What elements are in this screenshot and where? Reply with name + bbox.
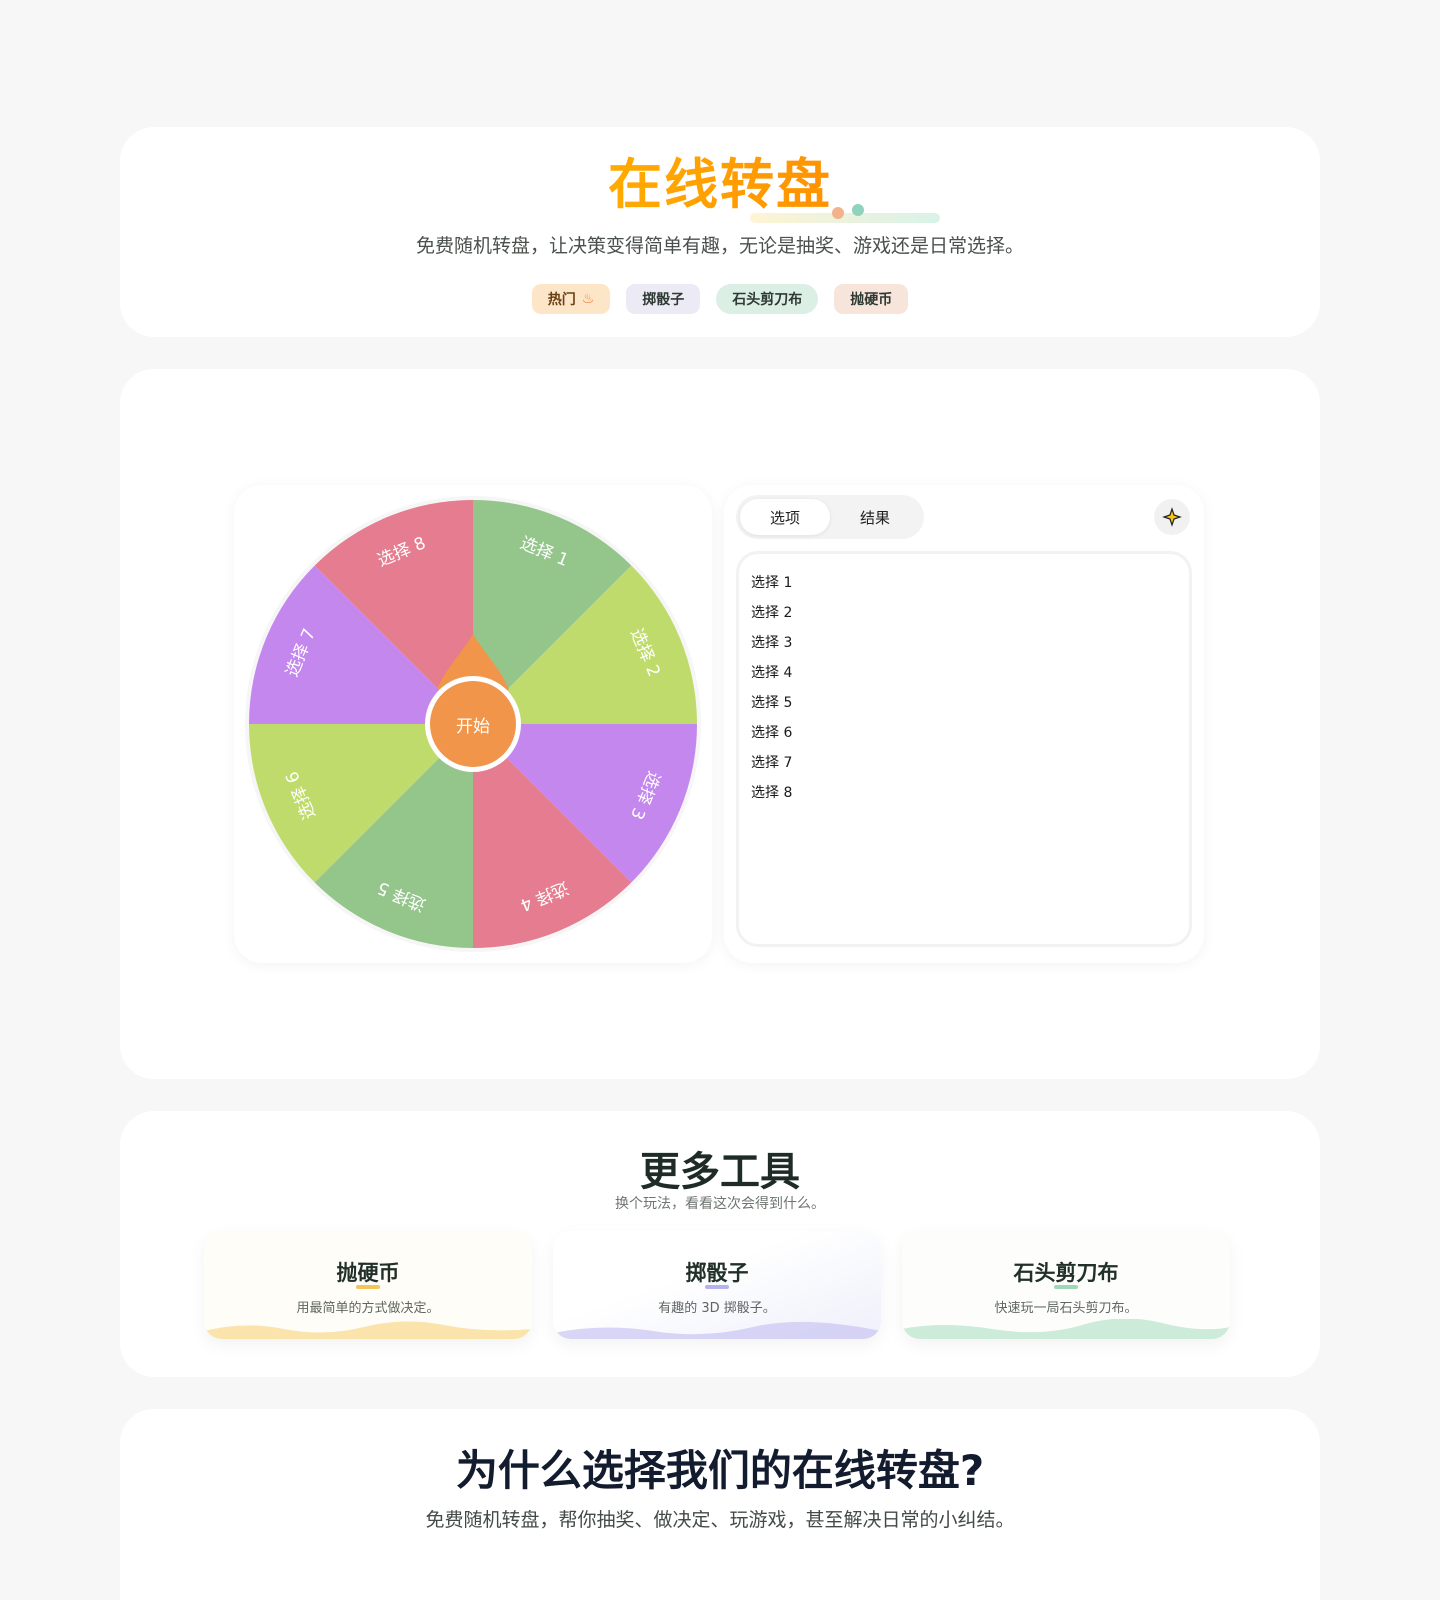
- start-button[interactable]: 开始: [423, 674, 523, 774]
- tool-card-dice[interactable]: 掷骰子 有趣的 3D 掷骰子。: [553, 1231, 881, 1339]
- magic-button[interactable]: [1154, 499, 1190, 535]
- decor-dot: [852, 204, 864, 216]
- tool-name: 石头剪刀布: [1013, 1261, 1119, 1285]
- section-title: 为什么选择我们的在线转盘?: [455, 1446, 985, 1495]
- list-item: 选择 8: [751, 785, 793, 801]
- section-subtitle: 换个玩法，看看这次会得到什么。: [615, 1196, 825, 1212]
- fire-icon: ♨: [581, 291, 595, 307]
- options-list[interactable]: 选择 1 选择 2 选择 3 选择 4 选择 5 选择 6 选择 7 选择 8: [736, 551, 1192, 947]
- list-item: 选择 7: [751, 755, 793, 771]
- tag-dice[interactable]: 掷骰子: [626, 284, 701, 314]
- wheel-card: 选择 1 选择 2 选择 3 选择 4 选择 5 选择 6 选择 7 选择 8 开始 选项 结…: [120, 369, 1320, 1079]
- section-description: 免费随机转盘，帮你抽奖、做决定、玩游戏，甚至解决日常的小纠结。: [425, 1509, 1015, 1531]
- page-title: 在线转盘: [120, 153, 1320, 217]
- tag-label: 热门: [547, 292, 576, 308]
- list-item: 选择 6: [751, 725, 793, 741]
- tool-underline: [356, 1285, 380, 1289]
- tab-bar: 选项 结果: [736, 495, 924, 539]
- hero-card: 在线转盘 免费随机转盘，让决策变得简单有趣，无论是抽奖、游戏还是日常选择。 热门…: [120, 127, 1320, 337]
- list-item: 选择 1: [751, 575, 793, 591]
- list-item: 选择 3: [751, 635, 793, 651]
- list-item: 选择 2: [751, 605, 793, 621]
- tool-card-rock-paper-scissors[interactable]: 石头剪刀布 快速玩一局石头剪刀布。: [902, 1231, 1230, 1339]
- tag-hot[interactable]: 热门 ♨: [531, 284, 611, 314]
- tag-row: 热门 ♨ 掷骰子 石头剪刀布 抛硬币: [120, 284, 1320, 314]
- tool-underline: [705, 1285, 729, 1289]
- tag-rock-paper-scissors[interactable]: 石头剪刀布: [716, 284, 819, 314]
- tool-name: 抛硬币: [336, 1261, 400, 1285]
- wave-decoration: [204, 1321, 532, 1339]
- decor-dot: [832, 207, 844, 219]
- wave-decoration: [553, 1321, 881, 1339]
- list-item: 选择 5: [751, 695, 793, 711]
- tag-label: 石头剪刀布: [732, 292, 803, 308]
- more-tools-card: 更多工具 换个玩法，看看这次会得到什么。 抛硬币 用最简单的方式做决定。 掷骰子…: [120, 1111, 1320, 1377]
- wheel-panel: 选择 1 选择 2 选择 3 选择 4 选择 5 选择 6 选择 7 选择 8 开始: [234, 485, 712, 963]
- tool-description: 有趣的 3D 掷骰子。: [658, 1301, 776, 1316]
- tab-options[interactable]: 选项: [740, 499, 830, 535]
- tool-description: 用最简单的方式做决定。: [296, 1301, 440, 1316]
- tag-coin-flip[interactable]: 抛硬币: [834, 284, 909, 314]
- why-card: 为什么选择我们的在线转盘? 免费随机转盘，帮你抽奖、做决定、玩游戏，甚至解决日常…: [120, 1409, 1320, 1600]
- list-item: 选择 4: [751, 665, 793, 681]
- tag-label: 掷骰子: [642, 292, 685, 308]
- tool-name: 掷骰子: [685, 1261, 749, 1285]
- tool-card-coin-flip[interactable]: 抛硬币 用最简单的方式做决定。: [204, 1231, 532, 1339]
- sparkle-icon: [1162, 507, 1182, 527]
- tool-underline: [1054, 1285, 1078, 1289]
- section-title: 更多工具: [640, 1149, 800, 1195]
- tool-description: 快速玩一局石头剪刀布。: [994, 1301, 1138, 1316]
- tab-results[interactable]: 结果: [830, 499, 920, 535]
- page-subtitle: 免费随机转盘，让决策变得简单有趣，无论是抽奖、游戏还是日常选择。: [415, 235, 1024, 257]
- options-panel: 选项 结果 选择 1 选择 2 选择 3 选择 4 选择 5 选择 6 选择 7…: [724, 485, 1204, 963]
- tag-label: 抛硬币: [850, 292, 893, 308]
- wave-decoration: [902, 1319, 1230, 1339]
- title-underline: [750, 213, 940, 223]
